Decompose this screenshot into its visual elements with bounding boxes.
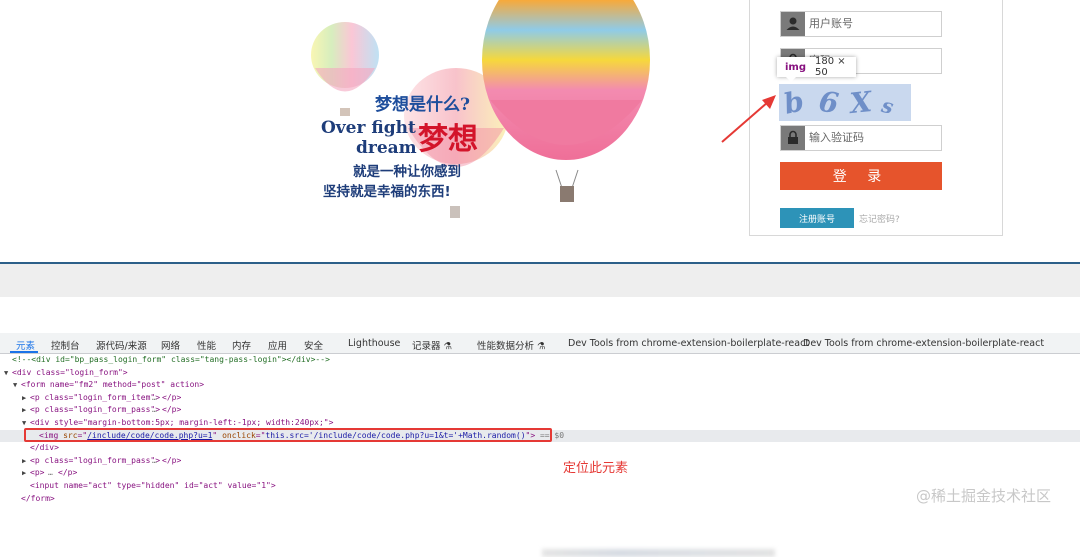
devtools-panel: 元素 控制台 源代码/来源 网络 性能 内存 应用 安全 Lighthouse … <box>0 333 1080 510</box>
dom-node[interactable]: </div> <box>0 442 1080 455</box>
collapse-triangle-icon[interactable]: ▶ <box>22 455 26 468</box>
forgot-password-link[interactable]: 忘记密码? <box>859 212 900 225</box>
hero-english-1: Over fight <box>321 118 416 138</box>
tab-console[interactable]: 控制台 <box>51 338 80 352</box>
tab-application[interactable]: 应用 <box>268 338 287 352</box>
username-field[interactable] <box>780 11 942 37</box>
watermark: @稀土掘金技术社区 <box>916 487 1052 505</box>
captcha-input[interactable] <box>809 128 935 146</box>
tab-recorder[interactable]: 记录器 ⚗ <box>412 338 452 352</box>
tab-lighthouse[interactable]: Lighthouse <box>348 338 400 349</box>
browser-strip <box>0 264 1080 557</box>
dom-node[interactable]: ▶ <p class="login_form_item">… </p> <box>0 392 1080 405</box>
collapse-triangle-icon[interactable]: ▶ <box>22 467 26 480</box>
tooltip-arrow <box>786 77 796 82</box>
tab-extension-devtools-1[interactable]: Dev Tools from chrome-extension-boilerpl… <box>568 338 809 349</box>
tab-performance[interactable]: 性能 <box>197 338 216 352</box>
hero-balloon-large <box>482 0 650 202</box>
expand-triangle-icon[interactable]: ▼ <box>13 379 17 392</box>
login-panel: b 6 X s 登 录 注册账号 忘记密码? <box>749 0 1003 236</box>
webpage-view: 梦想是什么? Over fight 梦想 dream 就是一种让你感到 坚持就是… <box>0 0 1080 262</box>
captcha-char: 6 <box>816 84 841 121</box>
tooltip-tag: img <box>785 61 807 73</box>
register-button[interactable]: 注册账号 <box>780 208 854 228</box>
hero-slogan-2: 坚持就是幸福的东西! <box>323 184 451 200</box>
dom-node[interactable]: ▼ <div class="login_form"> <box>0 367 1080 380</box>
tooltip-dimensions: 180 × 50 <box>815 56 846 78</box>
collapse-triangle-icon[interactable]: ▶ <box>22 404 26 417</box>
highlight-box <box>24 428 552 442</box>
dom-node[interactable]: ▼ <form name="fm2" method="post" action> <box>0 379 1080 392</box>
user-icon <box>781 12 805 36</box>
dom-node[interactable]: ▶ <p>… </p> <box>0 467 1080 480</box>
tab-elements[interactable]: 元素 <box>16 338 35 352</box>
tab-memory[interactable]: 内存 <box>232 338 251 352</box>
captcha-char: s <box>879 92 897 120</box>
hero-dream-big: 梦想 <box>418 122 478 157</box>
collapse-triangle-icon[interactable]: ▶ <box>22 392 26 405</box>
expand-triangle-icon[interactable]: ▼ <box>4 367 8 380</box>
tab-network[interactable]: 网络 <box>161 338 180 352</box>
element-inspect-tooltip: img 180 × 50 <box>777 56 856 78</box>
tab-security[interactable]: 安全 <box>304 338 323 352</box>
hero-english-2: dream <box>356 138 417 158</box>
username-input[interactable] <box>809 14 935 32</box>
dom-node[interactable]: ▶ <p class="login_form_pass">… </p> <box>0 404 1080 417</box>
hero-slogan-1: 就是一种让你感到 <box>353 164 461 180</box>
captcha-char: b <box>780 84 807 121</box>
tab-extension-devtools-2[interactable]: Dev Tools from chrome-extension-boilerpl… <box>803 338 1044 349</box>
active-tab-indicator <box>10 351 38 353</box>
captcha-char: X <box>848 84 874 121</box>
tab-performance-insights[interactable]: 性能数据分析 ⚗ <box>477 338 546 352</box>
devtools-tabbar: 元素 控制台 源代码/来源 网络 性能 内存 应用 安全 Lighthouse … <box>0 333 1080 354</box>
dom-node[interactable]: ▶ <p class="login_form_pass">… </p> <box>0 455 1080 468</box>
annotation-label: 定位此元素 <box>563 461 629 476</box>
login-button[interactable]: 登 录 <box>780 162 942 190</box>
lock-icon <box>781 126 805 150</box>
dom-node[interactable]: <!--<div id="bp_pass_login_form" class="… <box>0 354 1080 367</box>
captcha-image[interactable]: b 6 X s <box>779 84 911 121</box>
tab-sources[interactable]: 源代码/来源 <box>96 338 147 352</box>
hero-question: 梦想是什么? <box>375 95 470 115</box>
blurred-content <box>542 549 775 557</box>
captcha-field[interactable] <box>780 125 942 151</box>
